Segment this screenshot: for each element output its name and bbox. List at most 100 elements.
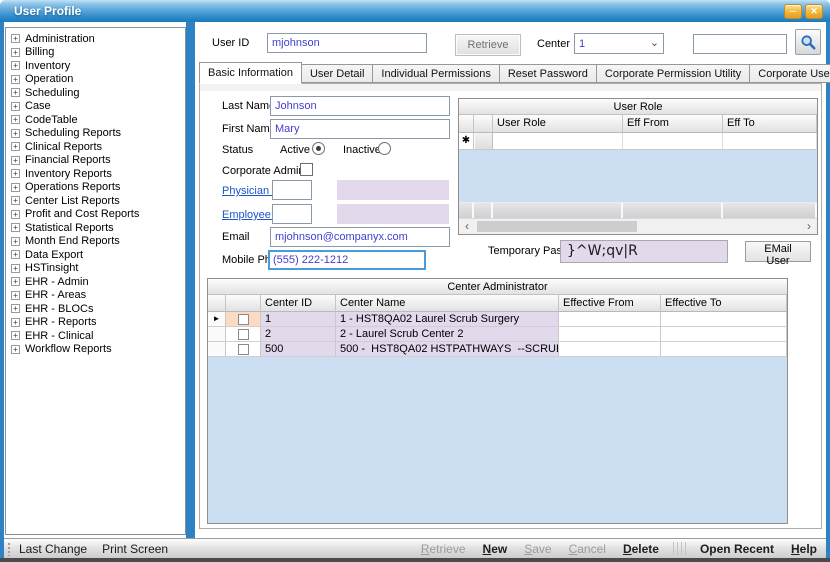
sidebar-item-hstinsight[interactable]: +HSTinsight <box>8 262 185 276</box>
cell-effective-to[interactable] <box>661 342 787 356</box>
tab-individual-permissions[interactable]: Individual Permissions <box>372 64 499 83</box>
last-name-input[interactable] <box>270 96 450 116</box>
row-selector[interactable] <box>208 327 226 341</box>
tab-user-detail[interactable]: User Detail <box>301 64 373 83</box>
search-button[interactable] <box>795 29 821 55</box>
tree-expand-icon[interactable]: + <box>11 88 20 97</box>
user-role-new-cell-eff-from[interactable] <box>623 133 723 149</box>
tree-expand-icon[interactable]: + <box>11 331 20 340</box>
tree-expand-icon[interactable]: + <box>11 196 20 205</box>
user-role-new-cell-user-role[interactable] <box>493 133 623 149</box>
sidebar-item-administration[interactable]: +Administration <box>8 32 185 46</box>
tree-expand-icon[interactable]: + <box>11 115 20 124</box>
sidebar-item-case[interactable]: +Case <box>8 100 185 114</box>
tree-expand-icon[interactable]: + <box>11 223 20 232</box>
tree-expand-icon[interactable]: + <box>11 34 20 43</box>
sidebar-item-financial-reports[interactable]: +Financial Reports <box>8 154 185 168</box>
command-save[interactable]: Save <box>524 542 551 556</box>
cell-center-name[interactable]: 500 - HST8QA02 HSTPATHWAYS --SCRUBBED S <box>336 342 559 356</box>
status-inactive-radio[interactable] <box>378 142 391 155</box>
cell-effective-to[interactable] <box>661 312 787 326</box>
checkbox-cell[interactable] <box>226 342 261 356</box>
sidebar-item-clinical-reports[interactable]: +Clinical Reports <box>8 140 185 154</box>
email-input[interactable] <box>270 227 450 247</box>
sidebar-item-inventory[interactable]: +Inventory <box>8 59 185 73</box>
sidebar-item-operation[interactable]: +Operation <box>8 73 185 87</box>
table-row[interactable]: 22 - Laurel Scrub Center 2 <box>208 327 787 342</box>
user-id-input[interactable] <box>267 33 427 53</box>
cell-effective-from[interactable] <box>559 342 661 356</box>
command-delete[interactable]: Delete <box>623 542 659 556</box>
sidebar-item-ehr-areas[interactable]: +EHR - Areas <box>8 289 185 303</box>
table-row[interactable]: 500500 - HST8QA02 HSTPATHWAYS --SCRUBBED… <box>208 342 787 357</box>
corporate-admin-checkbox[interactable] <box>300 163 313 176</box>
sidebar-item-workflow-reports[interactable]: +Workflow Reports <box>8 343 185 357</box>
employee-id-input[interactable] <box>272 204 312 224</box>
user-role-new-row[interactable]: ✱ <box>459 133 817 150</box>
scroll-track[interactable] <box>475 219 801 234</box>
cell-effective-from[interactable] <box>559 312 661 326</box>
sidebar-item-ehr-clinical[interactable]: +EHR - Clinical <box>8 329 185 343</box>
sidebar-item-month-end-reports[interactable]: +Month End Reports <box>8 235 185 249</box>
checkbox-cell[interactable] <box>226 327 261 341</box>
tree-expand-icon[interactable]: + <box>11 61 20 70</box>
close-button[interactable]: ✕ <box>805 4 823 19</box>
cell-center-name[interactable]: 2 - Laurel Scrub Center 2 <box>336 327 559 341</box>
tree-expand-icon[interactable]: + <box>11 264 20 273</box>
command-open-recent[interactable]: Open Recent <box>700 542 774 556</box>
sidebar-item-ehr-blocs[interactable]: +EHR - BLOCs <box>8 302 185 316</box>
minimize-button[interactable]: ─ <box>784 4 802 19</box>
tree-expand-icon[interactable]: + <box>11 291 20 300</box>
retrieve-button[interactable]: Retrieve <box>455 34 521 56</box>
cell-center-name[interactable]: 1 - HST8QA02 Laurel Scrub Surgery <box>336 312 559 326</box>
row-checkbox[interactable] <box>238 329 249 340</box>
statusbar-last-change[interactable]: Last Change <box>19 542 87 556</box>
table-row[interactable]: ►11 - HST8QA02 Laurel Scrub Surgery <box>208 312 787 327</box>
mobile-phone-input[interactable] <box>268 250 426 270</box>
tree-expand-icon[interactable]: + <box>11 102 20 111</box>
tree-expand-icon[interactable]: + <box>11 345 20 354</box>
tree-expand-icon[interactable]: + <box>11 169 20 178</box>
status-active-radio[interactable] <box>312 142 325 155</box>
sidebar-item-scheduling[interactable]: +Scheduling <box>8 86 185 100</box>
cell-center-id[interactable]: 1 <box>261 312 336 326</box>
checkbox-cell[interactable] <box>226 312 261 326</box>
cell-center-id[interactable]: 500 <box>261 342 336 356</box>
tree-expand-icon[interactable]: + <box>11 277 20 286</box>
tree-expand-icon[interactable]: + <box>11 142 20 151</box>
command-retrieve[interactable]: Retrieve <box>421 542 466 556</box>
sidebar-item-ehr-reports[interactable]: +EHR - Reports <box>8 316 185 330</box>
row-checkbox[interactable] <box>238 344 249 355</box>
sidebar-item-billing[interactable]: +Billing <box>8 46 185 60</box>
email-user-button[interactable]: EMail User <box>745 241 811 262</box>
tab-corporate-user-role-utility[interactable]: Corporate User Role Utility <box>749 64 830 83</box>
sidebar-item-statistical-reports[interactable]: +Statistical Reports <box>8 221 185 235</box>
cell-effective-from[interactable] <box>559 327 661 341</box>
center-dropdown[interactable]: 1 ⌄ <box>574 33 664 54</box>
sidebar-item-profit-and-cost-reports[interactable]: +Profit and Cost Reports <box>8 208 185 222</box>
tree-expand-icon[interactable]: + <box>11 129 20 138</box>
row-selector[interactable] <box>208 342 226 356</box>
user-role-hscrollbar[interactable]: ‹ › <box>459 218 817 234</box>
sidebar-item-center-list-reports[interactable]: +Center List Reports <box>8 194 185 208</box>
statusbar-print-screen[interactable]: Print Screen <box>102 542 168 556</box>
splitter-handle[interactable] <box>186 22 195 538</box>
command-help[interactable]: Help <box>791 542 817 556</box>
tab-corporate-permission-utility[interactable]: Corporate Permission Utility <box>596 64 750 83</box>
physician-id-input[interactable] <box>272 180 312 200</box>
user-role-new-cell-eff-to[interactable] <box>723 133 817 149</box>
sidebar-item-ehr-admin[interactable]: +EHR - Admin <box>8 275 185 289</box>
tab-reset-password[interactable]: Reset Password <box>499 64 597 83</box>
sidebar-item-codetable[interactable]: +CodeTable <box>8 113 185 127</box>
tree-expand-icon[interactable]: + <box>11 304 20 313</box>
tree-expand-icon[interactable]: + <box>11 210 20 219</box>
sidebar-item-inventory-reports[interactable]: +Inventory Reports <box>8 167 185 181</box>
sidebar-item-data-export[interactable]: +Data Export <box>8 248 185 262</box>
command-cancel[interactable]: Cancel <box>569 542 606 556</box>
sidebar-item-scheduling-reports[interactable]: +Scheduling Reports <box>8 127 185 141</box>
tree-expand-icon[interactable]: + <box>11 156 20 165</box>
tree-expand-icon[interactable]: + <box>11 250 20 259</box>
cell-effective-to[interactable] <box>661 327 787 341</box>
scroll-left-icon[interactable]: ‹ <box>459 219 475 234</box>
tree-expand-icon[interactable]: + <box>11 318 20 327</box>
